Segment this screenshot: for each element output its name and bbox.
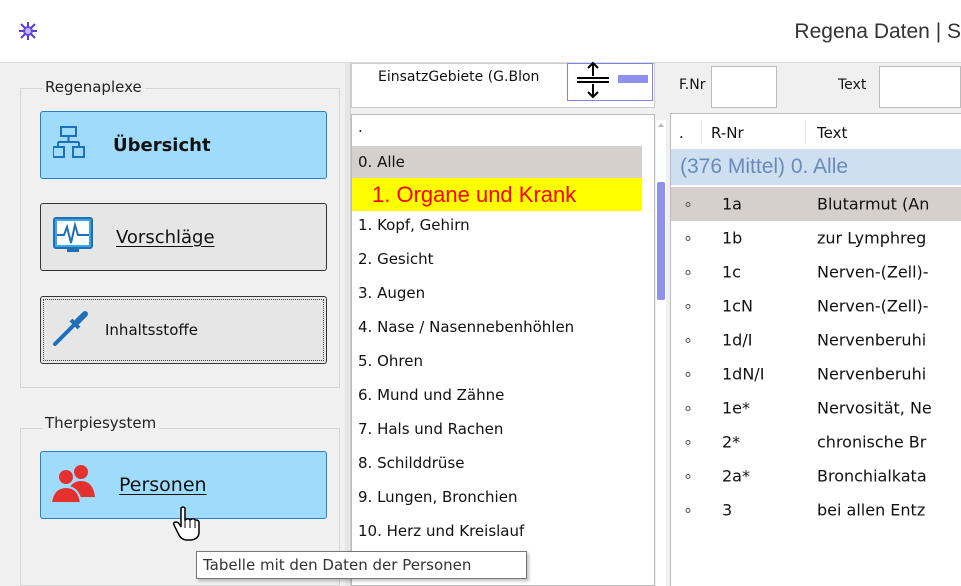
table-row[interactable]: ∘ 2a* Bronchialkata [671,459,961,493]
tooltip: Tabelle mit den Daten der Personen [196,551,527,579]
row-bullet: ∘ [683,466,694,486]
list-item[interactable]: 8. Schilddrüse [352,454,642,472]
people-icon [49,463,97,507]
table-row[interactable]: ∘ 1d/I Nervenberuhi [671,323,961,357]
row-bullet: ∘ [683,500,694,520]
regenaplexe-group-title: Regenaplexe [42,78,145,96]
scroll-up-icon[interactable] [656,120,666,130]
row-rnr: 1a [722,194,742,214]
row-text: Nerven-(Zell)- [817,262,929,282]
row-text: bei allen Entz [817,500,926,520]
row-bullet: ∘ [683,364,694,384]
row-rnr: 2a* [722,466,750,486]
row-text: Nervosität, Ne [817,398,932,418]
table-row[interactable]: ∘ 1b zur Lymphreg [671,221,961,255]
hand-cursor-icon [173,506,200,541]
uebersicht-button[interactable]: Übersicht [40,111,327,179]
list-item[interactable]: 4. Nase / Nasennebenhöhlen [352,318,642,336]
grid-header: . R-Nr Text [671,114,961,148]
vorschlaege-button[interactable]: Vorschläge [40,203,327,271]
fnr-label: F.Nr [679,77,706,93]
list-item[interactable]: 5. Ohren [352,352,642,370]
list-item[interactable]: 10. Herz und Kreislauf [352,522,642,540]
text-label: Text [838,77,867,93]
list-item[interactable]: . [352,118,642,146]
text-input[interactable] [879,66,961,108]
window-title: Regena Daten | S [794,20,961,43]
table-row[interactable]: ∘ 1a Blutarmut (An [671,187,961,221]
table-row[interactable]: ∘ 1dN/I Nervenberuhi [671,357,961,391]
row-rnr: 3 [722,500,733,520]
row-text: Bronchialkata [817,466,927,486]
inhaltsstoffe-label: Inhaltsstoffe [105,321,198,339]
uebersicht-label: Übersicht [113,134,211,156]
row-rnr: 1b [722,228,743,248]
list-item[interactable]: 7. Hals und Rachen [352,420,642,438]
header-rnr[interactable]: R-Nr [711,124,744,142]
personen-label: Personen [119,474,207,496]
heartbeat-icon [53,217,93,257]
row-bullet: ∘ [683,262,694,282]
table-row[interactable]: ∘ 1c Nerven-(Zell)- [671,255,961,289]
row-bullet: ∘ [683,228,694,248]
group-row: (376 Mittel) 0. Alle [671,149,961,185]
header-text[interactable]: Text [817,124,847,142]
row-text: Blutarmut (An [817,194,930,214]
sitemap-icon [52,126,85,164]
list-item[interactable]: 2. Gesicht [352,250,642,268]
row-text: chronische Br [817,432,927,452]
list-item-highlight[interactable]: 1. Organe und Krank [352,178,642,211]
row-rnr: 1d/I [722,330,753,350]
app-icon [19,22,37,40]
resize-cursor-icon [577,61,609,99]
row-bullet: ∘ [683,432,694,452]
row-bullet: ∘ [683,194,694,214]
row-rnr: 2* [722,432,741,452]
therpiesystem-group-title: Therpiesystem [42,414,160,432]
table-row[interactable]: ∘ 2* chronische Br [671,425,961,459]
row-rnr: 1e* [722,398,751,418]
table-row[interactable]: ∘ 3 bei allen Entz [671,493,961,527]
row-text: Nervenberuhi [817,364,927,384]
table-row[interactable]: ∘ 1cN Nerven-(Zell)- [671,289,961,323]
row-bullet: ∘ [683,330,694,350]
row-text: zur Lymphreg [817,228,927,248]
row-text: Nerven-(Zell)- [817,296,929,316]
fnr-input[interactable] [711,66,777,108]
list-item-selected[interactable]: 0. Alle [352,146,642,178]
list-item[interactable]: 3. Augen [352,284,642,302]
pipette-icon [51,308,91,352]
list-scrollbar-thumb[interactable] [657,182,665,300]
table-row[interactable]: ∘ 1e* Nervosität, Ne [671,391,961,425]
list-item[interactable]: 6. Mund und Zähne [352,386,642,404]
row-bullet: ∘ [683,398,694,418]
row-text: Nervenberuhi [817,330,927,350]
vorschlaege-label: Vorschläge [116,226,215,248]
row-rnr: 1c [722,262,741,282]
inhaltsstoffe-button[interactable]: Inhaltsstoffe [40,296,327,364]
list-item[interactable]: 1. Kopf, Gehirn [352,216,642,234]
results-grid[interactable]: . R-Nr Text (376 Mittel) 0. Alle ∘ 1a Bl… [670,113,961,586]
list-item[interactable]: 9. Lungen, Bronchien [352,488,642,506]
row-rnr: 1dN/I [722,364,765,384]
row-rnr: 1cN [722,296,753,316]
einsatz-label: EinsatzGebiete (G.Blon [378,69,540,85]
einsatzgebiete-list[interactable]: . 0. Alle 1. Organe und Krank 1. Kopf, G… [351,114,655,586]
header-dot: . [679,124,684,142]
row-bullet: ∘ [683,296,694,316]
title-bar: Regena Daten | S [0,0,961,63]
